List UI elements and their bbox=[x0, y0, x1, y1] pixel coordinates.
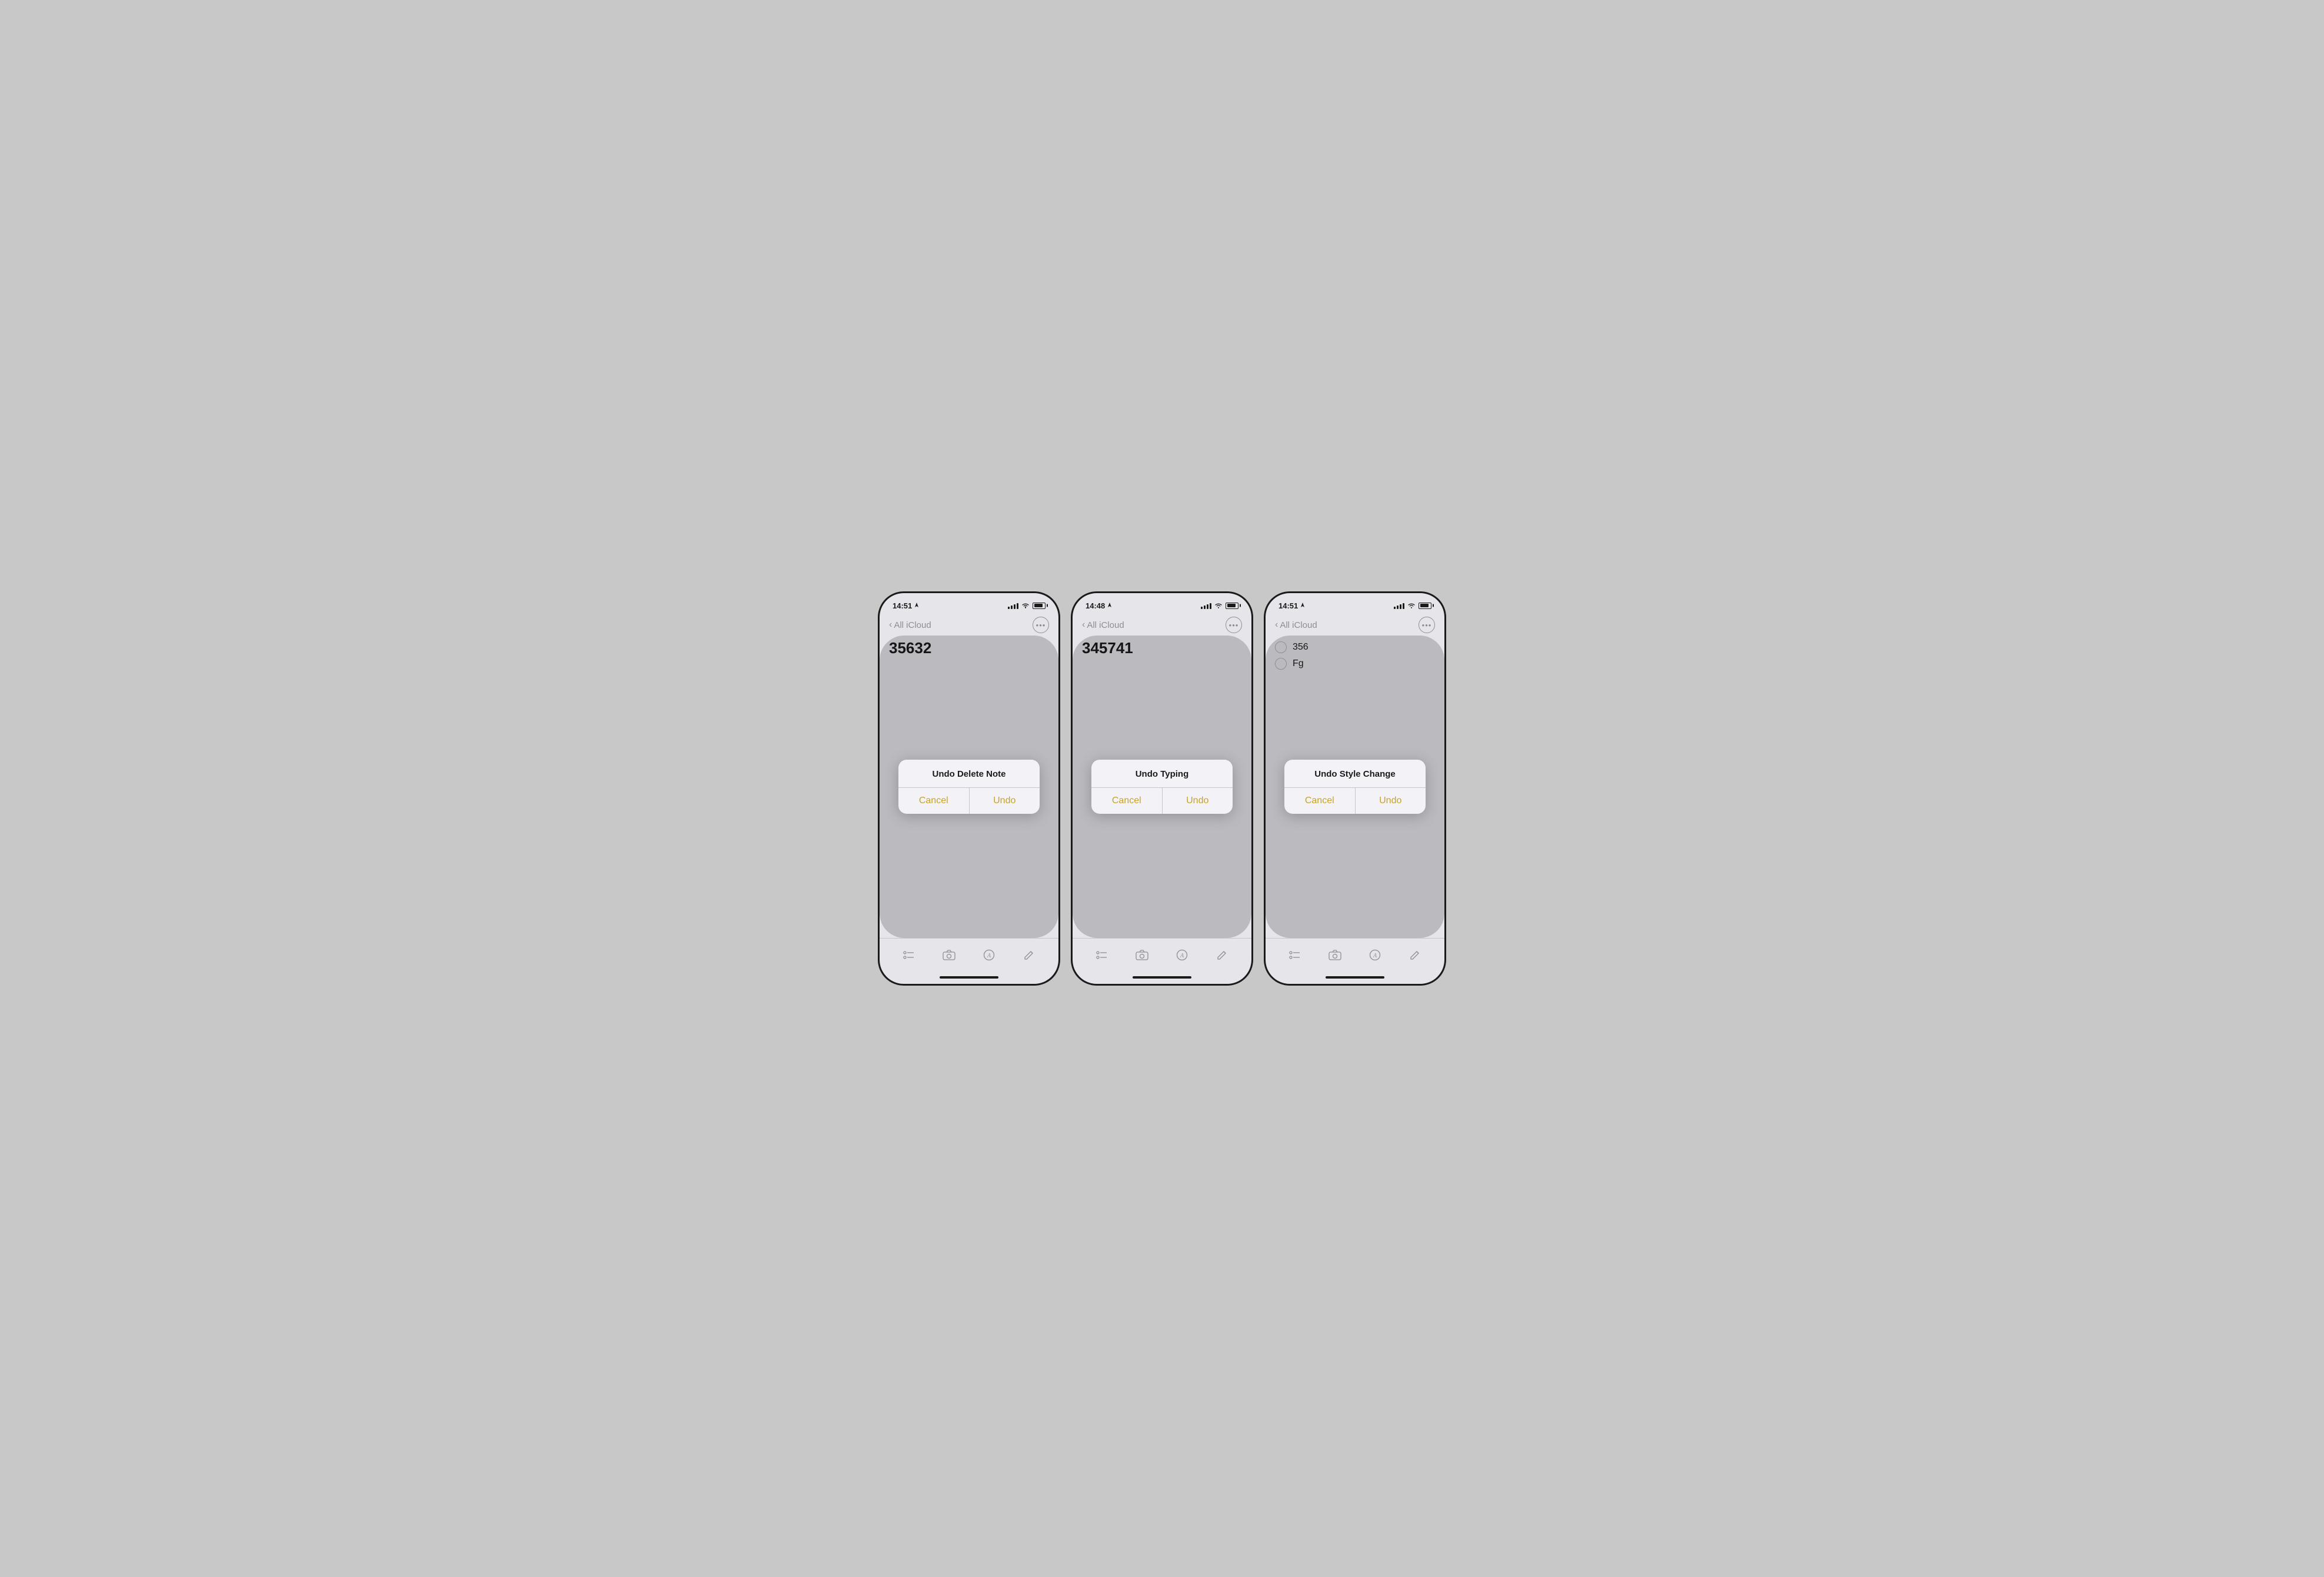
compose-icon-1[interactable] bbox=[1018, 944, 1040, 966]
content-3: 356 Fg Undo Style Change Cancel Undo bbox=[1266, 636, 1444, 938]
markup-icon-1[interactable]: A bbox=[978, 944, 1000, 966]
checklist-icon-3[interactable] bbox=[1284, 944, 1306, 966]
cancel-button-2[interactable]: Cancel bbox=[1091, 788, 1163, 814]
dialog-buttons-2: Cancel Undo bbox=[1091, 788, 1233, 814]
battery-icon-2 bbox=[1226, 603, 1238, 609]
checklist-icon-1[interactable] bbox=[898, 944, 920, 966]
cancel-button-1[interactable]: Cancel bbox=[898, 788, 970, 814]
dialog-box-3: Undo Style Change Cancel Undo bbox=[1284, 760, 1426, 814]
back-button-3[interactable]: ‹ All iCloud bbox=[1275, 620, 1317, 630]
wifi-icon-1 bbox=[1021, 603, 1030, 608]
battery-icon-1 bbox=[1033, 603, 1046, 609]
back-button-2[interactable]: ‹ All iCloud bbox=[1082, 620, 1124, 630]
content-2: 345741 Undo Typing Cancel Undo bbox=[1073, 636, 1251, 938]
signal-icon-2 bbox=[1201, 602, 1211, 609]
cancel-button-3[interactable]: Cancel bbox=[1284, 788, 1356, 814]
dialog-buttons-3: Cancel Undo bbox=[1284, 788, 1426, 814]
dialog-title-3: Undo Style Change bbox=[1284, 760, 1426, 788]
status-icons-2 bbox=[1201, 602, 1238, 609]
nav-bar-1: ‹ All iCloud ••• bbox=[880, 614, 1058, 636]
bottom-toolbar-1: A bbox=[880, 938, 1058, 971]
svg-text:A: A bbox=[987, 953, 991, 959]
dialog-box-1: Undo Delete Note Cancel Undo bbox=[898, 760, 1040, 814]
battery-icon-3 bbox=[1419, 603, 1431, 609]
wifi-icon-2 bbox=[1214, 603, 1223, 608]
svg-text:A: A bbox=[1373, 953, 1377, 959]
home-indicator-1 bbox=[880, 971, 1058, 984]
more-button-1[interactable]: ••• bbox=[1033, 617, 1049, 633]
home-indicator-3 bbox=[1266, 971, 1444, 984]
camera-icon-2[interactable] bbox=[1131, 944, 1153, 966]
checklist-icon-2[interactable] bbox=[1091, 944, 1113, 966]
signal-icon-3 bbox=[1394, 602, 1404, 609]
svg-text:A: A bbox=[1180, 953, 1184, 959]
status-icons-1 bbox=[1008, 602, 1046, 609]
dialog-title-2: Undo Typing bbox=[1091, 760, 1233, 788]
compose-icon-3[interactable] bbox=[1404, 944, 1426, 966]
dialog-overlay-1: Undo Delete Note Cancel Undo bbox=[880, 636, 1058, 938]
content-1: 35632 Undo Delete Note Cancel Undo bbox=[880, 636, 1058, 938]
phone-2: 14:48 bbox=[1071, 591, 1253, 986]
undo-button-3[interactable]: Undo bbox=[1356, 788, 1426, 814]
location-icon-1 bbox=[914, 603, 920, 608]
nav-bar-2: ‹ All iCloud ••• bbox=[1073, 614, 1251, 636]
phone-1: 14:51 bbox=[878, 591, 1060, 986]
status-time-1: 14:51 bbox=[893, 601, 920, 610]
status-icons-3 bbox=[1394, 602, 1431, 609]
phone-3: 14:51 bbox=[1264, 591, 1446, 986]
markup-icon-2[interactable]: A bbox=[1171, 944, 1193, 966]
more-button-2[interactable]: ••• bbox=[1226, 617, 1242, 633]
nav-bar-3: ‹ All iCloud ••• bbox=[1266, 614, 1444, 636]
bottom-toolbar-3: A bbox=[1266, 938, 1444, 971]
back-button-1[interactable]: ‹ All iCloud bbox=[889, 620, 931, 630]
bottom-toolbar-2: A bbox=[1073, 938, 1251, 971]
dialog-overlay-2: Undo Typing Cancel Undo bbox=[1073, 636, 1251, 938]
wifi-icon-3 bbox=[1407, 603, 1416, 608]
status-time-3: 14:51 bbox=[1278, 601, 1306, 610]
dialog-box-2: Undo Typing Cancel Undo bbox=[1091, 760, 1233, 814]
dialog-title-1: Undo Delete Note bbox=[898, 760, 1040, 788]
camera-icon-1[interactable] bbox=[938, 944, 960, 966]
compose-icon-2[interactable] bbox=[1211, 944, 1233, 966]
markup-icon-3[interactable]: A bbox=[1364, 944, 1386, 966]
more-button-3[interactable]: ••• bbox=[1419, 617, 1435, 633]
dialog-overlay-3: Undo Style Change Cancel Undo bbox=[1266, 636, 1444, 938]
camera-icon-3[interactable] bbox=[1324, 944, 1346, 966]
status-bar-3: 14:51 bbox=[1266, 593, 1444, 614]
signal-icon-1 bbox=[1008, 602, 1018, 609]
status-bar-2: 14:48 bbox=[1073, 593, 1251, 614]
home-indicator-2 bbox=[1073, 971, 1251, 984]
location-icon-2 bbox=[1107, 603, 1113, 608]
undo-button-2[interactable]: Undo bbox=[1163, 788, 1233, 814]
location-icon-3 bbox=[1300, 603, 1306, 608]
status-time-2: 14:48 bbox=[1086, 601, 1113, 610]
dialog-buttons-1: Cancel Undo bbox=[898, 788, 1040, 814]
status-bar-1: 14:51 bbox=[880, 593, 1058, 614]
undo-button-1[interactable]: Undo bbox=[970, 788, 1040, 814]
